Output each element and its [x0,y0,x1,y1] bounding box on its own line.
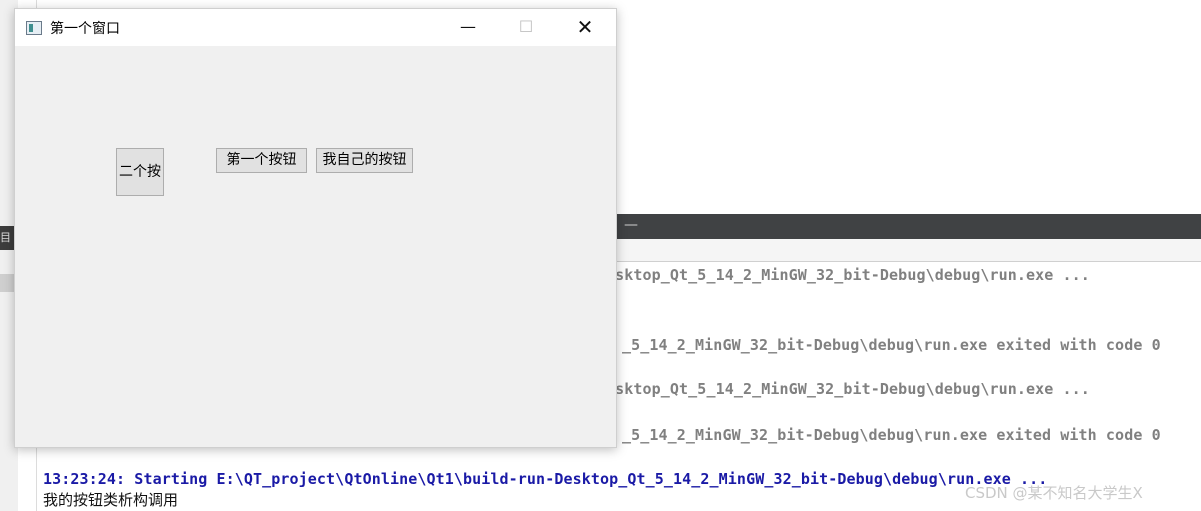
ide-side-tab-label: 目 [0,231,11,244]
title-bar[interactable]: 第一个窗口 — ☐ ✕ [15,9,616,46]
output-pane-header: — [616,214,1201,239]
maximize-button[interactable]: ☐ [497,9,555,46]
close-button[interactable]: ✕ [556,9,614,46]
watermark: CSDN @某不知名大学生X [965,484,1143,502]
ide-side-tab-2[interactable] [0,274,14,292]
minimize-button[interactable]: — [439,9,497,46]
first-button[interactable]: 第一个按钮 [216,148,307,173]
log-start-line: 13:23:24: Starting E:\QT_project\QtOnlin… [43,470,1048,488]
log-line: esktop_Qt_5_14_2_MinGW_32_bit-Debug\debu… [606,380,1090,398]
my-button[interactable]: 我自己的按钮 [316,148,413,173]
ide-side-tab[interactable]: 目 [0,226,14,250]
minimize-icon[interactable]: — [624,217,638,233]
window-title: 第一个窗口 [50,21,120,37]
app-icon [26,21,42,35]
second-button[interactable]: 二个按 [116,148,164,196]
program-output: 我的按钮类析构调用 [43,491,179,509]
log-line: _5_14_2_MinGW_32_bit-Debug\debug\run.exe… [622,426,1161,444]
log-line: _5_14_2_MinGW_32_bit-Debug\debug\run.exe… [622,336,1161,354]
output-toolbar [616,239,1201,262]
qt-window: 第一个窗口 — ☐ ✕ 二个按 第一个按钮 我自己的按钮 [14,8,617,448]
log-line: esktop_Qt_5_14_2_MinGW_32_bit-Debug\debu… [606,266,1090,284]
